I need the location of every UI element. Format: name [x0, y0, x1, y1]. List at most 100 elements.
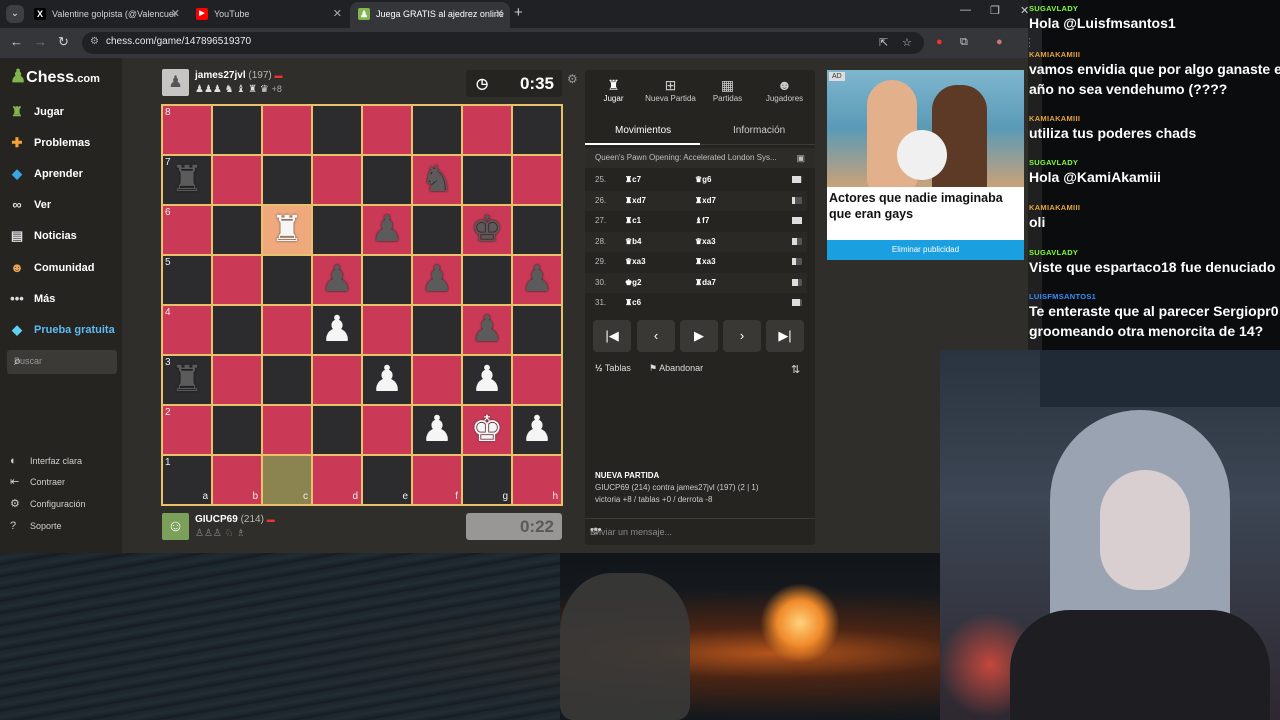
white-move[interactable]: ♛xa3: [625, 257, 646, 266]
square-f8[interactable]: [412, 105, 462, 155]
black-move[interactable]: ♜xd7: [695, 196, 716, 205]
tab-search-button[interactable]: ⌄: [6, 5, 24, 23]
first-move-button[interactable]: |◀: [593, 320, 631, 352]
white-move[interactable]: ♜c6: [625, 298, 641, 307]
chat-message-input[interactable]: Enviar un mensaje... ☺ •••: [585, 518, 815, 545]
white-pawn-piece[interactable]: ♟: [421, 408, 453, 449]
square-b7[interactable]: [212, 155, 262, 205]
square-a4[interactable]: 4: [162, 305, 212, 355]
square-a3[interactable]: 3 ♜: [162, 355, 212, 405]
square-g4[interactable]: ♟: [462, 305, 512, 355]
browser-tab-x[interactable]: X Valentine golpista (@Valencuer ✕: [26, 2, 186, 28]
square-f4[interactable]: [412, 305, 462, 355]
square-h6[interactable]: [512, 205, 562, 255]
square-e5[interactable]: [362, 255, 412, 305]
resign-button[interactable]: ⚑ Abandonar: [649, 363, 703, 374]
black-pawn-piece[interactable]: ♟: [371, 208, 403, 249]
forward-icon[interactable]: →: [34, 34, 47, 49]
square-c1[interactable]: c: [262, 455, 312, 505]
square-e6[interactable]: ♟: [362, 205, 412, 255]
black-pawn-piece[interactable]: ♟: [471, 308, 503, 349]
sidebar-item-mas[interactable]: ••• Más: [8, 288, 118, 310]
square-h1[interactable]: h: [512, 455, 562, 505]
square-h5[interactable]: ♟: [512, 255, 562, 305]
draw-button[interactable]: ½ Tablas: [595, 363, 631, 373]
square-d6[interactable]: [312, 205, 362, 255]
white-move[interactable]: ♜xd7: [625, 196, 646, 205]
square-d1[interactable]: d: [312, 455, 362, 505]
maximize-icon[interactable]: ❐: [990, 4, 1000, 17]
player-name[interactable]: james27jvl (197) ▬: [195, 70, 283, 81]
last-move-button[interactable]: ▶|: [766, 320, 804, 352]
close-icon[interactable]: ✕: [171, 2, 180, 26]
square-d7[interactable]: [312, 155, 362, 205]
square-c3[interactable]: [262, 355, 312, 405]
install-icon[interactable]: ⇱: [879, 36, 888, 49]
site-info-icon[interactable]: ⚙: [90, 36, 99, 47]
square-c2[interactable]: [262, 405, 312, 455]
browser-tab-chess[interactable]: ♟ Juega GRATIS al ajedrez online ✕: [350, 2, 510, 28]
square-a5[interactable]: 5: [162, 255, 212, 305]
sidebar-item-comunidad[interactable]: ☻ Comunidad: [8, 257, 118, 279]
avatar[interactable]: ♟: [162, 69, 189, 96]
search-icon[interactable]: ⌕: [14, 353, 111, 369]
new-tab-button[interactable]: +: [514, 4, 523, 21]
white-pawn-piece[interactable]: ♟: [521, 408, 553, 449]
square-h7[interactable]: [512, 155, 562, 205]
white-rook-piece[interactable]: ♜: [271, 208, 303, 249]
black-move[interactable]: ♛g6: [695, 175, 712, 184]
square-c6[interactable]: ♜: [262, 205, 312, 255]
white-move[interactable]: ♜c7: [625, 175, 641, 184]
square-g3[interactable]: ♟: [462, 355, 512, 405]
sidebar-item-configuracion[interactable]: ⚙ Configuración: [10, 497, 86, 511]
black-pawn-piece[interactable]: ♟: [421, 258, 453, 299]
remove-ads-button[interactable]: Eliminar publicidad: [827, 240, 1024, 260]
black-king-piece[interactable]: ♚: [471, 208, 503, 249]
avatar[interactable]: ☺: [162, 513, 189, 540]
black-move[interactable]: ♛xa3: [695, 237, 716, 246]
square-a8[interactable]: 8: [162, 105, 212, 155]
square-e7[interactable]: [362, 155, 412, 205]
sidebar-item-jugar[interactable]: ♜ Jugar: [8, 101, 118, 123]
tab-jugadores[interactable]: ☻ Jugadores: [756, 76, 813, 112]
back-icon[interactable]: ←: [10, 34, 23, 49]
opening-name[interactable]: Queen's Pawn Opening: Accelerated London…: [585, 148, 815, 168]
square-g7[interactable]: [462, 155, 512, 205]
chess-logo[interactable]: ♟Chess.com: [10, 66, 100, 87]
advertisement[interactable]: AD Actores que nadie imaginaba que eran …: [827, 70, 1024, 260]
square-b6[interactable]: [212, 205, 262, 255]
square-f5[interactable]: ♟: [412, 255, 462, 305]
square-g8[interactable]: [462, 105, 512, 155]
square-g5[interactable]: [462, 255, 512, 305]
square-e1[interactable]: e: [362, 455, 412, 505]
close-icon[interactable]: ✕: [333, 2, 342, 26]
square-h8[interactable]: [512, 105, 562, 155]
extensions-puzzle-icon[interactable]: ⧉: [960, 36, 968, 49]
minimize-icon[interactable]: —: [960, 4, 971, 16]
square-e3[interactable]: ♟: [362, 355, 412, 405]
sidebar-item-contraer[interactable]: ⇤ Contraer: [10, 475, 65, 489]
white-move[interactable]: ♛b4: [625, 237, 642, 246]
profile-avatar[interactable]: ●: [996, 36, 1003, 48]
square-h2[interactable]: ♟: [512, 405, 562, 455]
ad-image[interactable]: AD: [827, 70, 1024, 187]
tab-partidas[interactable]: ▦ Partidas: [699, 76, 756, 112]
white-move[interactable]: ♚g2: [625, 278, 642, 287]
address-bar[interactable]: ⚙ chess.com/game/147896519370 ⇱ ☆: [82, 32, 924, 54]
square-f2[interactable]: ♟: [412, 405, 462, 455]
sidebar-item-ver[interactable]: ∞ Ver: [8, 194, 118, 216]
square-f3[interactable]: [412, 355, 462, 405]
next-move-button[interactable]: ›: [723, 320, 761, 352]
square-c5[interactable]: [262, 255, 312, 305]
sidebar-item-interfaz-clara[interactable]: ◐ Interfaz clara: [10, 454, 82, 468]
square-g2[interactable]: ♚: [462, 405, 512, 455]
square-a6[interactable]: 6: [162, 205, 212, 255]
black-pawn-piece[interactable]: ♟: [521, 258, 553, 299]
sidebar-item-soporte[interactable]: ? Soporte: [10, 519, 62, 533]
square-d5[interactable]: ♟: [312, 255, 362, 305]
square-a1[interactable]: 1a: [162, 455, 212, 505]
square-b3[interactable]: [212, 355, 262, 405]
square-b1[interactable]: b: [212, 455, 262, 505]
square-f7[interactable]: ♞: [412, 155, 462, 205]
chess-board[interactable]: 8 7 ♜ ♞ 6 ♜ ♟ ♚ 5 ♟ ♟ ♟ 4 ♟ ♟ 3 ♜ ♟ ♟ 2 ♟ ♚ ♟ 1 a b c d e f g h: [161, 104, 563, 506]
